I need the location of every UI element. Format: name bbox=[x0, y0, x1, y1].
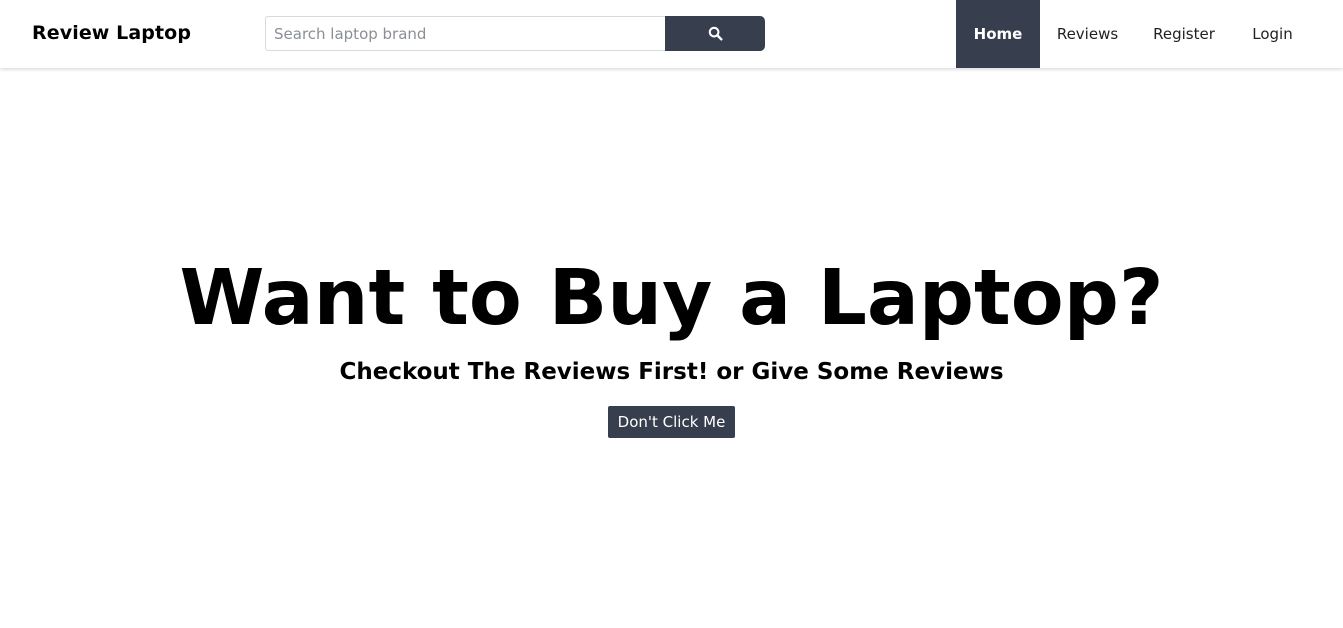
search-input[interactable] bbox=[265, 16, 665, 51]
hero-title: Want to Buy a Laptop? bbox=[179, 254, 1164, 343]
nav-link-home[interactable]: Home bbox=[956, 0, 1040, 68]
search-icon bbox=[708, 26, 723, 41]
nav-link-reviews[interactable]: Reviews bbox=[1040, 0, 1135, 68]
dont-click-me-button[interactable]: Don't Click Me bbox=[608, 406, 735, 438]
search-button[interactable] bbox=[665, 16, 765, 51]
brand-logo-link[interactable]: Review Laptop bbox=[32, 22, 191, 44]
search-form bbox=[265, 16, 765, 51]
nav-link-login[interactable]: Login bbox=[1233, 0, 1312, 68]
navbar: Review Laptop Home Reviews Register Logi… bbox=[0, 0, 1343, 68]
main-nav: Home Reviews Register Login bbox=[956, 0, 1312, 68]
nav-link-register[interactable]: Register bbox=[1135, 0, 1233, 68]
hero-subtitle: Checkout The Reviews First! or Give Some… bbox=[339, 359, 1004, 385]
